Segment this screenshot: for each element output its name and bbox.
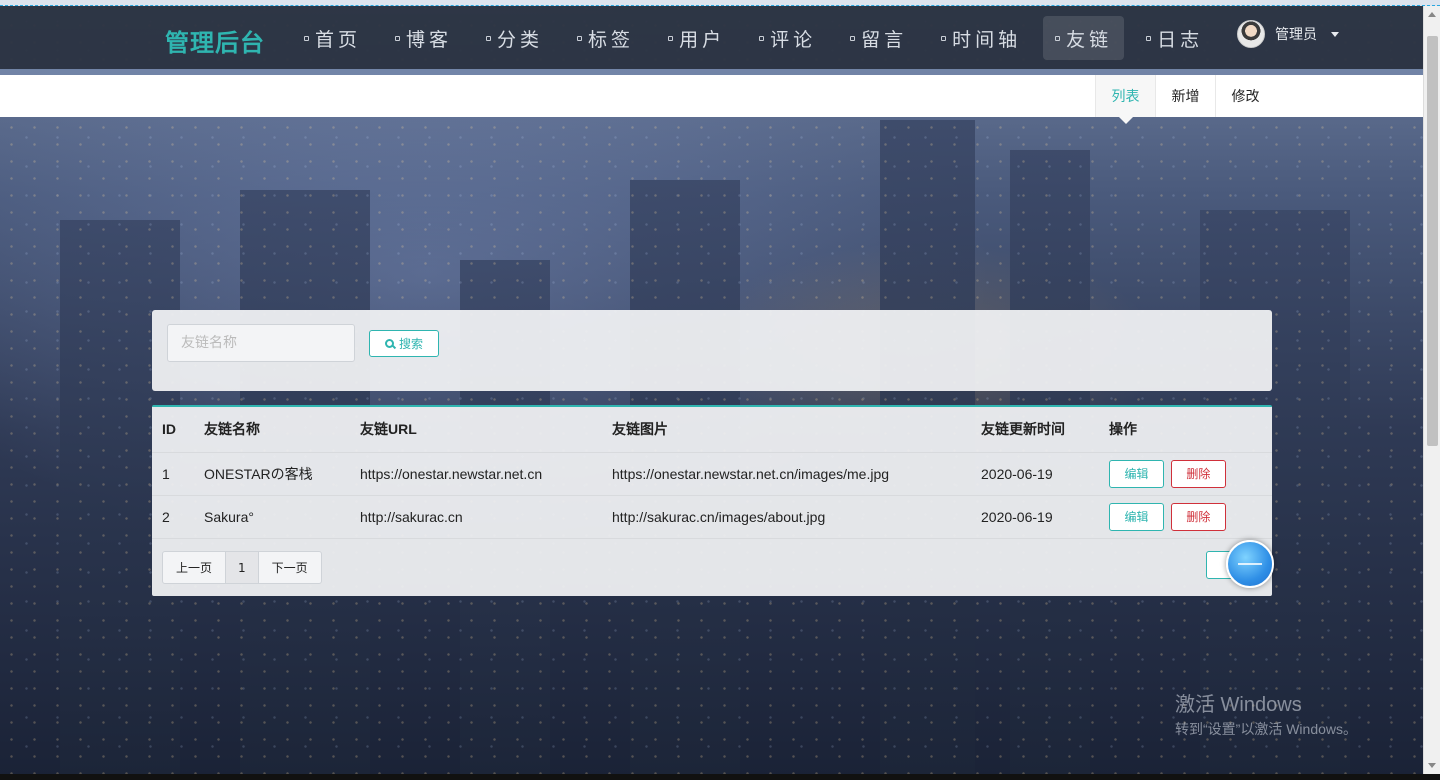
timeline-icon: [941, 35, 947, 41]
edit-button[interactable]: 编辑: [1109, 502, 1164, 531]
nav-item-category[interactable]: 分类: [474, 16, 555, 60]
home-icon: [304, 35, 309, 41]
blog-icon: [395, 35, 401, 41]
user-menu[interactable]: 管理员: [1237, 20, 1339, 48]
table-row: 1 ONESTARの客栈 https://onestar.newstar.net…: [152, 452, 1272, 496]
message-icon: [850, 35, 856, 41]
vertical-scrollbar[interactable]: [1423, 6, 1440, 774]
watermark-line1: 激活 Windows: [1175, 694, 1302, 716]
link-icon: [1055, 35, 1061, 41]
scrollbar-thumb[interactable]: [1427, 36, 1438, 446]
search-icon: [384, 339, 394, 348]
prev-page-button[interactable]: 上一页: [163, 552, 225, 583]
floating-assistant-ball[interactable]: [1226, 540, 1274, 588]
scroll-up-icon[interactable]: [1428, 12, 1436, 17]
nav-item-label: 时间轴: [952, 28, 1022, 51]
scroll-down-icon[interactable]: [1428, 763, 1436, 768]
nav-menu: 首页 博客 分类 标签 用户 评论 留言 时间轴 友链 日志: [292, 16, 1225, 60]
log-icon: [1146, 35, 1152, 41]
table-row: 2 Sakura° http://sakurac.cn http://sakur…: [152, 495, 1272, 539]
delete-button[interactable]: 删除: [1170, 502, 1226, 531]
search-panel: 搜索: [152, 310, 1272, 391]
header-id: ID: [152, 407, 194, 453]
friendlink-table-panel: ID 友链名称 友链URL 友链图片 友链更新时间 操作 1 ONESTARの客…: [152, 405, 1272, 596]
header-image: 友链图片: [602, 407, 971, 453]
search-input[interactable]: [167, 324, 355, 362]
chevron-down-icon: [1331, 31, 1339, 37]
pagination: 上一页 1 下一页: [162, 551, 322, 584]
cell-time: 2020-06-19: [971, 452, 1099, 496]
cell-id: 1: [152, 452, 194, 496]
nav-item-blog[interactable]: 博客: [383, 16, 464, 60]
edit-button[interactable]: 编辑: [1109, 459, 1164, 488]
search-button[interactable]: 搜索: [369, 330, 439, 357]
nav-item-comment[interactable]: 评论: [747, 16, 828, 60]
tag-icon: [577, 35, 583, 41]
taskbar-edge: [0, 774, 1440, 780]
header-update-time: 友链更新时间: [971, 407, 1099, 453]
header-url: 友链URL: [350, 407, 602, 453]
friendlink-table: ID 友链名称 友链URL 友链图片 友链更新时间 操作 1 ONESTARの客…: [152, 407, 1272, 539]
nav-item-home[interactable]: 首页: [292, 16, 373, 60]
comment-icon: [759, 35, 765, 41]
nav-item-label: 博客: [406, 28, 453, 51]
brand-title[interactable]: 管理后台: [165, 23, 265, 58]
nav-item-tag[interactable]: 标签: [565, 16, 646, 60]
top-navbar: 管理后台 首页 博客 分类 标签 用户 评论 留言 时间轴 友链 日志 管理员: [0, 6, 1423, 69]
watermark-line2: 转到“设置”以激活 Windows。: [1175, 721, 1358, 737]
page-number-current[interactable]: 1: [225, 552, 259, 583]
windows-activation-watermark: 激活 Windows 转到“设置”以激活 Windows。: [1175, 688, 1357, 739]
nav-item-label: 友链: [1066, 28, 1113, 51]
cell-image: https://onestar.newstar.net.cn/images/me…: [602, 452, 971, 496]
cell-id: 2: [152, 495, 194, 539]
nav-item-label: 标签: [588, 28, 635, 51]
cell-name: ONESTARの客栈: [194, 452, 350, 496]
nav-item-log[interactable]: 日志: [1134, 16, 1215, 60]
sub-menu-bar: 列表 新增 修改: [0, 75, 1423, 124]
nav-item-label: 评论: [770, 28, 817, 51]
sub-tabs: 列表 新增 修改: [1095, 75, 1275, 124]
nav-item-timeline[interactable]: 时间轴: [929, 16, 1033, 60]
user-name: 管理员: [1275, 27, 1317, 43]
cell-url: http://sakurac.cn: [350, 495, 602, 539]
nav-item-label: 留言: [861, 28, 908, 51]
cell-image: http://sakurac.cn/images/about.jpg: [602, 495, 971, 539]
cell-time: 2020-06-19: [971, 495, 1099, 539]
tab-edit[interactable]: 修改: [1215, 75, 1275, 117]
nav-item-label: 首页: [315, 28, 362, 51]
nav-item-friendlinks[interactable]: 友链: [1043, 16, 1125, 60]
header-actions: 操作: [1099, 407, 1272, 453]
nav-item-label: 日志: [1157, 28, 1204, 51]
nav-item-label: 分类: [497, 28, 544, 51]
cell-name: Sakura°: [194, 495, 350, 539]
category-icon: [486, 35, 492, 41]
nav-item-message[interactable]: 留言: [838, 16, 919, 60]
cell-url: https://onestar.newstar.net.cn: [350, 452, 602, 496]
user-icon: [668, 35, 674, 41]
table-header-row: ID 友链名称 友链URL 友链图片 友链更新时间 操作: [152, 407, 1272, 453]
cell-actions: 编辑 删除: [1099, 495, 1272, 539]
tab-list[interactable]: 列表: [1095, 75, 1155, 124]
delete-button[interactable]: 删除: [1170, 459, 1226, 488]
nav-item-user[interactable]: 用户: [656, 16, 737, 60]
header-name: 友链名称: [194, 407, 350, 453]
search-button-label: 搜索: [398, 337, 423, 351]
cell-actions: 编辑 删除: [1099, 452, 1272, 496]
nav-item-label: 用户: [679, 28, 726, 51]
next-page-button[interactable]: 下一页: [259, 552, 321, 583]
tab-add[interactable]: 新增: [1155, 75, 1215, 117]
avatar: [1237, 20, 1265, 48]
